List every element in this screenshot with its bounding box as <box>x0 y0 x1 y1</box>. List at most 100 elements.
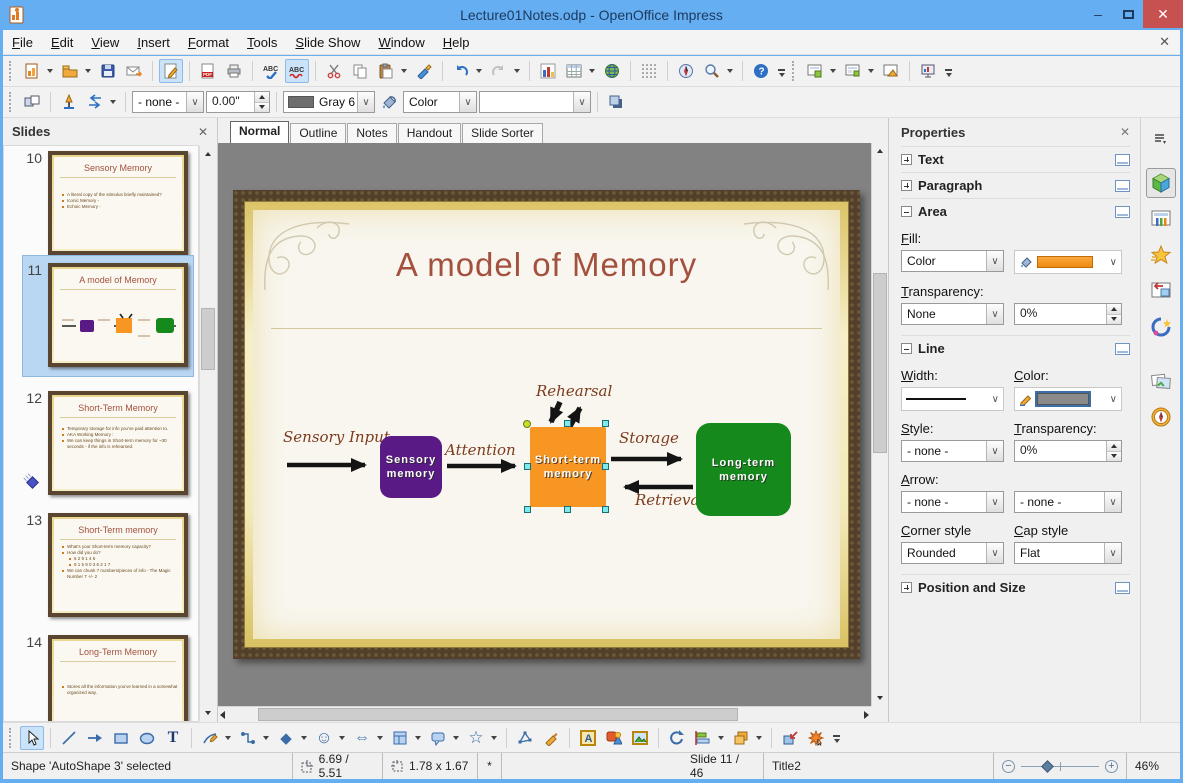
spin-down-icon[interactable] <box>1107 451 1121 461</box>
status-position[interactable]: 6.69 / 5.51 <box>293 752 383 780</box>
glue-points-button[interactable] <box>539 726 563 750</box>
line-color-picker[interactable]: ∨ <box>1014 387 1122 411</box>
slideshow-button[interactable] <box>916 59 940 83</box>
slide-12-thumbnail[interactable]: Short-Term Memory Temporary storage for … <box>48 391 188 495</box>
zoom-out-button[interactable]: − <box>1002 759 1015 773</box>
section-paragraph[interactable]: Paragraph <box>901 172 1130 198</box>
export-pdf-button[interactable]: PDF <box>196 59 220 83</box>
zoom-in-button[interactable]: + <box>1105 759 1118 773</box>
label-rehearsal[interactable]: Rehearsal <box>536 382 612 400</box>
scroll-up-icon[interactable] <box>200 146 216 162</box>
sidebar-tab-gallery[interactable] <box>1146 366 1176 396</box>
section-text[interactable]: Text <box>901 146 1130 172</box>
curve-tool-button[interactable] <box>198 726 222 750</box>
tab-outline[interactable]: Outline <box>290 123 347 143</box>
new-dropdown-arrow-icon[interactable] <box>47 69 53 73</box>
slide-layout-button[interactable] <box>841 59 865 83</box>
menu-window[interactable]: Window <box>369 31 433 54</box>
label-retrieval[interactable]: Retrieval <box>635 491 704 509</box>
sidebar-tab-properties[interactable] <box>1145 168 1176 198</box>
fill-value-select[interactable]: ∨ <box>479 91 591 113</box>
arrow-start-select[interactable]: - none - ∨ <box>901 491 1004 513</box>
cut-button[interactable] <box>322 59 346 83</box>
label-sensory-input[interactable]: Sensory Input <box>283 428 390 446</box>
stars-dropdown-arrow-icon[interactable] <box>491 735 497 740</box>
sidebar-tab-styles[interactable] <box>1146 312 1176 342</box>
sidebar-tab-navigator[interactable] <box>1146 402 1176 432</box>
selection-handle-right[interactable] <box>602 463 609 470</box>
spin-up-icon[interactable] <box>1107 304 1121 315</box>
section-position-size[interactable]: Position and Size <box>901 574 1130 600</box>
zoom-dropdown-arrow-icon[interactable] <box>727 69 733 73</box>
selection-handle-left[interactable] <box>524 463 531 470</box>
collapse-icon[interactable] <box>901 206 912 217</box>
slide-canvas[interactable]: A model of Memory Sensory Input Attentio… <box>218 143 871 706</box>
sidebar-menu-button[interactable] <box>1146 124 1176 154</box>
edit-points-button[interactable] <box>513 726 537 750</box>
line-color-dropdown-icon[interactable]: ∨ <box>1110 394 1117 405</box>
line-tool-button[interactable] <box>57 726 81 750</box>
menu-view[interactable]: View <box>82 31 128 54</box>
connector-dropdown-arrow-icon[interactable] <box>263 735 269 740</box>
arrange-button[interactable] <box>729 726 753 750</box>
select-tool-button[interactable] <box>20 725 44 750</box>
rotate-button[interactable] <box>665 726 689 750</box>
slide-design-button[interactable] <box>879 59 903 83</box>
redo-button[interactable] <box>487 59 511 83</box>
display-grid-button[interactable] <box>637 59 661 83</box>
line-color-dropdown-icon[interactable]: ∨ <box>357 92 374 112</box>
tab-normal[interactable]: Normal <box>230 121 290 143</box>
zoom-button[interactable] <box>700 59 724 83</box>
zoom-slider-thumb[interactable] <box>1041 759 1054 773</box>
expand-icon[interactable] <box>901 180 912 191</box>
ellipse-tool-button[interactable] <box>135 726 159 750</box>
alignment-dropdown-arrow-icon[interactable] <box>718 735 724 740</box>
insert-shapes-button[interactable] <box>602 726 626 750</box>
fontwork-button[interactable]: A <box>576 726 600 750</box>
alignment-button[interactable] <box>691 726 715 750</box>
fill-type-select[interactable]: Color ∨ <box>403 91 477 113</box>
basic-shapes-button[interactable]: ◆ <box>274 726 298 750</box>
sidebar-tab-master-pages[interactable] <box>1146 204 1176 234</box>
shadow-button[interactable] <box>604 90 628 114</box>
line-width-down-icon[interactable] <box>255 102 269 112</box>
status-size[interactable]: 1.78 x 1.67 <box>383 753 478 779</box>
toolbar-grip[interactable] <box>9 61 14 81</box>
interaction-button[interactable] <box>778 726 802 750</box>
toolbar-overflow-icon[interactable] <box>832 735 841 749</box>
label-attention[interactable]: Attention <box>445 441 516 459</box>
selection-handle-top[interactable] <box>564 420 571 427</box>
label-storage[interactable]: Storage <box>619 429 679 447</box>
paragraph-dialog-launcher-icon[interactable] <box>1115 179 1130 192</box>
vertical-scrollbar-thumb[interactable] <box>873 273 887 453</box>
spin-up-icon[interactable] <box>1107 441 1121 452</box>
text-tool-button[interactable]: T <box>161 726 185 750</box>
toolbar-grip[interactable] <box>792 61 797 81</box>
minimize-button[interactable]: – <box>1083 0 1113 28</box>
selection-handle-bottom-right[interactable] <box>602 506 609 513</box>
arrow-tool-button[interactable] <box>83 726 107 750</box>
slides-panel-close-icon[interactable]: ✕ <box>198 125 208 139</box>
insert-picture-button[interactable] <box>628 726 652 750</box>
slide-11-thumbnail[interactable]: A model of Memory <box>48 263 188 367</box>
paste-button[interactable] <box>374 59 398 83</box>
tab-handout[interactable]: Handout <box>397 123 462 143</box>
rectangle-tool-button[interactable] <box>109 726 133 750</box>
spin-down-icon[interactable] <box>1107 314 1121 324</box>
dropdown-icon[interactable]: ∨ <box>1104 492 1121 512</box>
slide-12-animation-indicator-icon[interactable] <box>26 476 39 489</box>
line-width-picker[interactable]: ∨ <box>901 387 1004 411</box>
horizontal-scrollbar-thumb[interactable] <box>258 708 738 721</box>
line-style-select[interactable]: - none - ∨ <box>132 91 204 113</box>
sidebar-tab-slide-transition[interactable] <box>1146 276 1176 306</box>
fill-value-dropdown-icon[interactable]: ∨ <box>573 92 590 112</box>
tab-notes[interactable]: Notes <box>347 123 397 143</box>
open-button[interactable] <box>58 59 82 83</box>
box-short-term-memory[interactable]: Short-term memory <box>530 427 606 507</box>
selection-handle-bottom[interactable] <box>564 506 571 513</box>
undo-dropdown-arrow-icon[interactable] <box>476 69 482 73</box>
paste-dropdown-arrow-icon[interactable] <box>401 69 407 73</box>
arrow-style-button[interactable] <box>83 90 107 114</box>
line-style-dropdown-icon[interactable]: ∨ <box>186 92 203 112</box>
fill-type-dropdown-icon[interactable]: ∨ <box>459 92 476 112</box>
